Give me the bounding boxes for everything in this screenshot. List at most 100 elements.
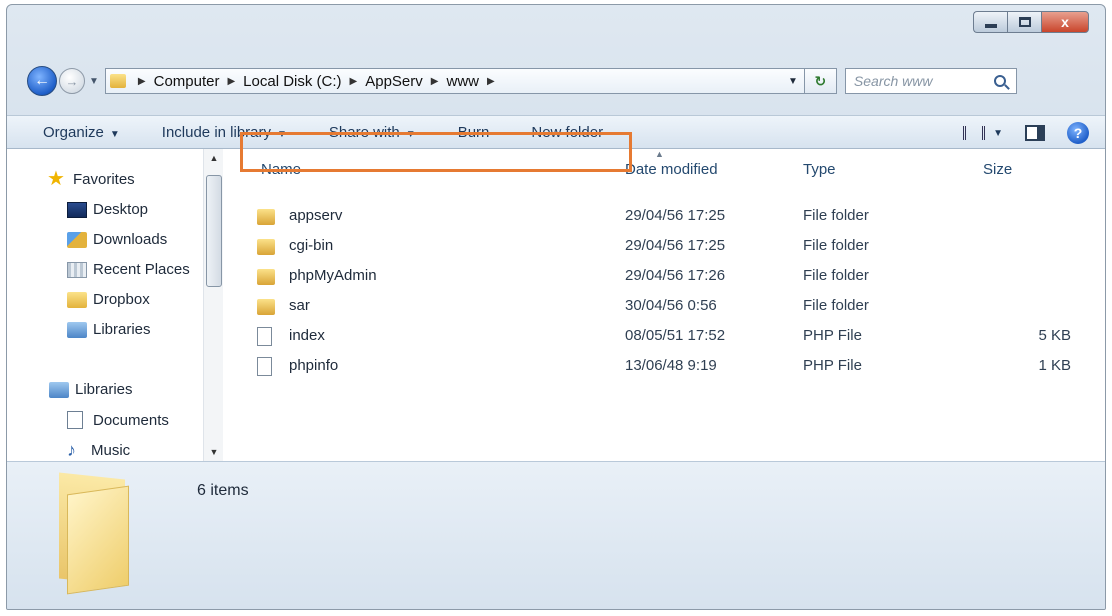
view-dropdown-icon[interactable]: ▼ [993, 128, 1003, 139]
file-size: 1 KB [1038, 357, 1071, 374]
file-date: 13/06/48 9:19 [625, 357, 717, 374]
organize-label: Organize [43, 123, 104, 141]
sidebar-item-favorites[interactable]: ★ Favorites [47, 169, 135, 189]
breadcrumb-arrow-icon[interactable]: ▶ [350, 76, 358, 87]
item-count: 6 items [197, 482, 249, 499]
back-arrow-icon: ← [34, 72, 50, 89]
change-view-icon[interactable] [963, 126, 986, 140]
breadcrumb-arrow-icon[interactable]: ▶ [138, 76, 146, 87]
file-name: sar [289, 297, 310, 314]
share-with-label: Share with [328, 123, 400, 141]
address-dropdown-icon[interactable]: ▼ [788, 76, 798, 87]
search-input[interactable]: Search www [844, 68, 1017, 94]
sidebar-item-label: Libraries [75, 381, 133, 398]
view-controls: ▼ ? [963, 122, 1089, 144]
folder-icon [257, 269, 275, 285]
sidebar-item-dropbox[interactable]: Dropbox [67, 291, 150, 308]
file-row[interactable]: index 08/05/51 17:52 PHP File 5 KB [225, 321, 1105, 351]
sidebar-item-recent-places[interactable]: Recent Places [67, 261, 190, 278]
file-type: File folder [803, 297, 869, 314]
column-header-size[interactable]: Size [983, 161, 1012, 178]
sidebar-item-music[interactable]: ♪ Music [67, 441, 130, 459]
recent-pages-dropdown-icon[interactable]: ▼ [89, 76, 99, 87]
navigation-scrollbar[interactable]: ▲ ▼ [203, 149, 223, 461]
sidebar-item-downloads[interactable]: Downloads [67, 231, 167, 248]
file-row[interactable]: cgi-bin 29/04/56 17:25 File folder [225, 231, 1105, 261]
file-date: 08/05/51 17:52 [625, 327, 726, 344]
burn-button[interactable]: Burn [458, 124, 490, 141]
breadcrumb-arrow-icon[interactable]: ▶ [227, 76, 235, 87]
maximize-button[interactable] [1007, 11, 1041, 33]
sidebar-item-documents[interactable]: Documents [67, 411, 169, 429]
file-name: appserv [289, 207, 343, 224]
details-pane: 6 items [7, 461, 1105, 609]
file-type: PHP File [803, 327, 862, 344]
sidebar-item-label: Recent Places [93, 261, 190, 278]
file-name: index [289, 327, 325, 344]
breadcrumb-local-disk[interactable]: Local Disk (C:) [243, 73, 341, 90]
file-date: 29/04/56 17:25 [625, 237, 726, 254]
file-row[interactable]: phpinfo 13/06/48 9:19 PHP File 1 KB [225, 351, 1105, 381]
file-list: Name ▲ Date modified Type Size appserv 2… [225, 149, 1105, 461]
column-header-name[interactable]: Name [261, 161, 301, 178]
close-icon: x [1061, 14, 1069, 30]
include-in-library-label: Include in library [161, 123, 271, 141]
file-date: 29/04/56 17:26 [625, 267, 726, 284]
large-folder-icon [51, 472, 139, 595]
recent-places-icon [67, 261, 87, 278]
music-icon: ♪ [67, 440, 76, 460]
file-size: 5 KB [1038, 327, 1071, 344]
folder-icon [67, 291, 87, 308]
refresh-icon: ↻ [814, 72, 827, 89]
help-icon[interactable]: ? [1067, 122, 1089, 144]
breadcrumb-appserv[interactable]: AppServ [365, 73, 423, 90]
document-icon [67, 411, 83, 429]
column-header-date-modified[interactable]: Date modified [625, 161, 718, 178]
sidebar-item-label: Desktop [93, 201, 149, 218]
file-name: phpMyAdmin [289, 267, 377, 284]
sidebar-item-label: Libraries [93, 321, 151, 338]
folder-icon [257, 299, 275, 315]
minimize-button[interactable] [973, 11, 1007, 33]
back-button[interactable]: ← [27, 66, 57, 96]
file-date: 30/04/56 0:56 [625, 297, 717, 314]
scroll-thumb[interactable] [206, 175, 222, 287]
new-folder-button[interactable]: New folder [531, 124, 603, 141]
file-name: phpinfo [289, 357, 339, 374]
address-bar[interactable]: ▶ Computer ▶ Local Disk (C:) ▶ AppServ ▶… [104, 68, 805, 94]
search-icon[interactable] [993, 75, 1006, 87]
folder-icon [109, 74, 126, 88]
folder-front-shape [67, 485, 129, 595]
scroll-up-icon[interactable]: ▲ [204, 149, 224, 167]
organize-button[interactable]: Organize ▼ [43, 124, 120, 141]
chevron-down-icon: ▼ [109, 128, 120, 140]
include-in-library-button[interactable]: Include in library ▼ [162, 124, 287, 141]
forward-button[interactable]: → [59, 68, 85, 94]
sidebar-item-label: Dropbox [93, 291, 150, 308]
sidebar-item-desktop[interactable]: Desktop [67, 201, 148, 218]
column-header-type[interactable]: Type [803, 161, 836, 178]
file-row[interactable]: phpMyAdmin 29/04/56 17:26 File folder [225, 261, 1105, 291]
breadcrumb-arrow-icon[interactable]: ▶ [487, 76, 495, 87]
file-row[interactable]: sar 30/04/56 0:56 File folder [225, 291, 1105, 321]
caption-buttons: x [973, 11, 1089, 35]
close-button[interactable]: x [1041, 11, 1089, 33]
preview-pane-icon[interactable] [1025, 125, 1045, 141]
star-icon: ★ [47, 168, 65, 190]
file-type: File folder [803, 267, 869, 284]
sort-ascending-icon: ▲ [655, 149, 664, 159]
breadcrumb-computer[interactable]: Computer [154, 73, 220, 90]
breadcrumb-arrow-icon[interactable]: ▶ [431, 76, 439, 87]
file-name: cgi-bin [289, 237, 334, 254]
file-row[interactable]: appserv 29/04/56 17:25 File folder [225, 201, 1105, 231]
share-with-button[interactable]: Share with ▼ [329, 124, 416, 141]
maximize-icon [1018, 17, 1031, 27]
file-type: PHP File [803, 357, 862, 374]
sidebar-item-libraries[interactable]: Libraries [49, 381, 133, 398]
refresh-button[interactable]: ↻ [804, 68, 837, 94]
php-file-icon [257, 357, 272, 376]
forward-arrow-icon: → [65, 73, 79, 89]
breadcrumb-www[interactable]: www [446, 73, 479, 90]
scroll-down-icon[interactable]: ▼ [204, 443, 224, 461]
sidebar-item-libraries-favorite[interactable]: Libraries [67, 321, 151, 338]
